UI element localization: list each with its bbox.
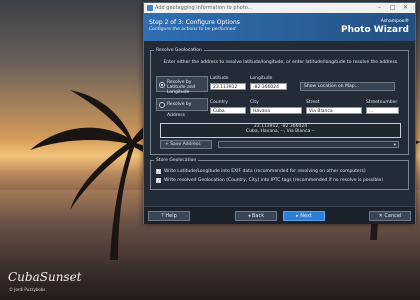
next-label: Next <box>300 213 312 219</box>
store-legend: Store Geolocation <box>156 158 197 163</box>
product-name: Photo Wizard <box>340 25 409 35</box>
radio-address[interactable] <box>159 102 165 108</box>
streetnumber-field[interactable]: ... <box>366 107 399 114</box>
write-exif-checkbox[interactable]: ✓ <box>156 169 161 174</box>
saved-address-select[interactable]: ▾ <box>218 141 399 148</box>
latitude-field[interactable]: 23.113912 <box>210 83 246 90</box>
longitude-label: Longitude <box>250 76 273 81</box>
write-iptc-checkbox[interactable]: ✓ <box>156 178 161 183</box>
step-subtitle: Configure the actions to be performed. <box>149 27 237 32</box>
help-label: Help <box>165 213 177 219</box>
city-field[interactable]: Havana <box>250 107 302 114</box>
minimize-icon[interactable]: – <box>378 4 381 11</box>
app-icon <box>147 5 153 11</box>
step-title: Step 2 of 3: Configure Options <box>149 19 240 26</box>
show-location-on-map-button[interactable]: Show Location on Map... <box>300 82 395 91</box>
latitude-label: Latitude <box>210 76 229 81</box>
write-iptc-label: Write resolved Geolocation (Country, Cit… <box>164 178 384 183</box>
maximize-icon[interactable]: □ <box>390 4 396 11</box>
street-label: Street <box>306 100 320 105</box>
streetnumber-label: Streetnumber <box>366 100 398 105</box>
save-address-label: Save Address <box>170 142 201 147</box>
photo-copyright: © Jordi Puzzybobs <box>9 287 46 292</box>
resolve-by-address-option[interactable]: Resolve by Address <box>156 98 208 118</box>
city-label: City <box>250 100 259 105</box>
save-address-button[interactable]: + Save Address <box>160 140 212 149</box>
help-button[interactable]: ? Help <box>148 211 190 221</box>
wizard-footer: ? Help ◂ Back ▸ Next ✕ Cancel <box>144 206 415 224</box>
close-icon[interactable]: ✕ <box>403 4 408 11</box>
back-label: Back <box>251 213 265 219</box>
window-title: Add geotagging information to photo... <box>155 5 253 11</box>
photo-caption: CubaSunset <box>8 270 82 284</box>
back-button[interactable]: ◂ Back <box>235 211 277 221</box>
store-geolocation-group: Store Geolocation <box>150 158 409 190</box>
photo-wizard-dialog: Add geotagging information to photo... –… <box>143 2 416 224</box>
brand-label: Ashampoo® <box>380 19 409 24</box>
resolve-instructions: Enter either the address to resolve lati… <box>163 60 399 65</box>
country-label: Country <box>210 100 228 105</box>
write-exif-label: Write Latitude/Longitude into EXIF data … <box>164 169 366 174</box>
title-bar: Add geotagging information to photo... –… <box>144 3 415 13</box>
cancel-button[interactable]: ✕ Cancel <box>369 211 411 221</box>
longitude-field[interactable]: -82.366024 <box>250 83 287 90</box>
next-button[interactable]: ▸ Next <box>283 211 325 221</box>
street-field[interactable]: Via Blanca <box>306 107 362 114</box>
cancel-label: Cancel <box>384 213 402 219</box>
wizard-header: Step 2 of 3: Configure Options Configure… <box>144 13 415 41</box>
resolved-result-box: 23.113912, -82.366024 Cuba, Havana, --, … <box>160 123 401 138</box>
result-address: Cuba, Havana, --, Via Blanca -- <box>246 129 315 134</box>
country-field[interactable]: Cuba <box>210 107 246 114</box>
radio-latlong[interactable] <box>159 82 165 88</box>
chevron-down-icon[interactable]: ▾ <box>394 142 396 149</box>
resolve-by-latlong-option[interactable]: Resolve by Latitude and Longitude <box>156 76 208 95</box>
resolve-legend: Resolve Geolocation <box>156 48 202 53</box>
